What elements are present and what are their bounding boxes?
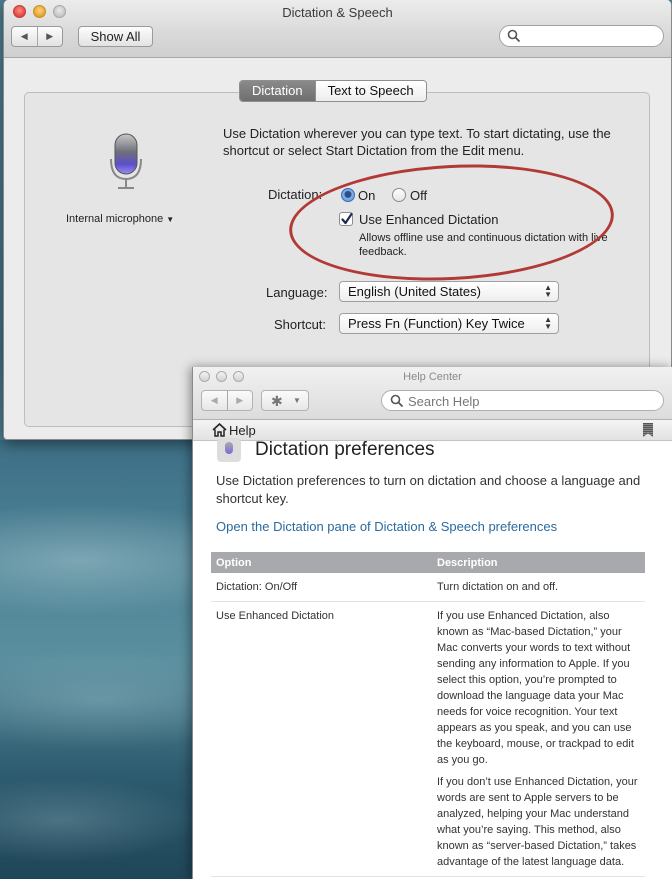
help-search-input[interactable]: Search Help (381, 390, 664, 411)
chevron-down-icon: ▼ (293, 396, 301, 405)
language-label: Language: (266, 285, 328, 300)
table-row: Dictation: On/Off Turn dictation on and … (211, 573, 645, 602)
forward-icon[interactable]: ▶ (226, 391, 253, 410)
action-menu-button[interactable]: ✱ ▼ (261, 390, 309, 411)
microphone-label: Internal microphone (66, 213, 164, 225)
bookmark-icon[interactable] (643, 423, 653, 437)
shortcut-label: Shortcut: (274, 317, 327, 332)
search-icon (390, 394, 404, 408)
home-icon[interactable] (212, 423, 227, 437)
back-icon[interactable]: ◀ (12, 27, 37, 46)
search-input[interactable] (499, 25, 664, 47)
language-select[interactable]: English (United States) ▲ ▼ (339, 281, 559, 302)
article-intro: Use Dictation preferences to turn on dic… (216, 473, 641, 506)
microphone-icon (110, 133, 142, 189)
option-cell: Use Enhanced Dictation (211, 601, 432, 877)
microphone-source-selector[interactable]: Internal microphone ▼ (66, 213, 174, 225)
search-placeholder: Search Help (408, 394, 480, 409)
shortcut-value: Press Fn (Function) Key Twice (348, 316, 525, 331)
back-forward-control: ◀ ▶ (11, 26, 63, 47)
description-cell: If you use Enhanced Dictation, also know… (432, 601, 645, 877)
description-paragraph: If you don’t use Enhanced Dictation, you… (437, 776, 638, 868)
language-value: English (United States) (348, 284, 481, 299)
open-dictation-pane-link[interactable]: Open the Dictation pane of Dictation & S… (216, 519, 557, 534)
description-paragraph: If you use Enhanced Dictation, also know… (437, 610, 634, 766)
shortcut-select[interactable]: Press Fn (Function) Key Twice ▲ ▼ (339, 313, 559, 334)
options-table: Option Description Dictation: On/Off Tur… (211, 552, 645, 877)
tab-text-to-speech[interactable]: Text to Speech (314, 81, 426, 101)
stepper-arrows-icon: ▲ ▼ (544, 283, 552, 299)
chevron-down-icon: ▼ (166, 215, 175, 224)
option-cell: Dictation: On/Off (211, 573, 432, 602)
stepper-arrows-icon: ▲ ▼ (544, 315, 552, 331)
forward-icon[interactable]: ▶ (36, 27, 63, 46)
tab-bar: Dictation Text to Speech (239, 80, 427, 102)
description-cell: Turn dictation on and off. (432, 573, 645, 602)
show-all-button[interactable]: Show All (78, 26, 153, 47)
back-icon[interactable]: ◀ (202, 391, 227, 410)
help-center-window: Help Center ◀ ▶ ✱ ▼ Search Help Help Dic… (192, 367, 672, 879)
titlebar: Dictation & Speech ◀ ▶ Show All (4, 0, 671, 58)
dictation-topic-icon (217, 438, 241, 462)
help-navigation-bar: Help (193, 420, 672, 441)
help-window-title: Help Center (403, 371, 462, 383)
search-icon (507, 29, 521, 43)
column-header-description: Description (432, 552, 645, 573)
help-home-link[interactable]: Help (229, 423, 256, 438)
intro-text: Use Dictation wherever you can type text… (223, 126, 611, 158)
description-paragraph: Turn dictation on and off. (437, 581, 559, 593)
help-titlebar: Help Center ◀ ▶ ✱ ▼ Search Help (193, 367, 672, 420)
help-back-forward-control: ◀ ▶ (201, 390, 253, 411)
table-row: Use Enhanced Dictation If you use Enhanc… (211, 601, 645, 877)
gear-icon: ✱ (271, 393, 283, 409)
tab-dictation[interactable]: Dictation (240, 81, 315, 101)
article-heading: Dictation preferences (255, 439, 435, 460)
window-title: Dictation & Speech (282, 5, 393, 20)
column-header-option: Option (211, 552, 432, 573)
